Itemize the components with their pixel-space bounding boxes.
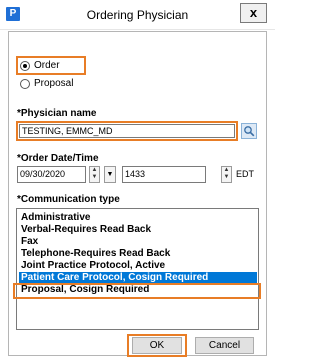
physician-name-label: *Physician name [17,108,97,119]
order-time-input[interactable]: 1433 [122,166,206,183]
spin-up-icon[interactable]: ▲ [222,167,231,174]
spin-down-icon[interactable]: ▼ [222,174,231,181]
radio-order-circle[interactable] [20,60,30,71]
physician-search-button[interactable] [241,123,257,139]
chevron-down-icon: ▼ [106,171,114,178]
order-date-input[interactable]: 09/30/2020 [17,166,86,183]
close-button[interactable]: x [240,3,267,23]
list-item[interactable]: Verbal-Requires Read Back [19,224,257,236]
order-datetime-label: *Order Date/Time [17,153,99,164]
search-icon [244,126,255,137]
spin-down-icon[interactable]: ▼ [90,174,99,181]
ordering-physician-dialog: P Ordering Physician x Order Proposal *P… [0,0,275,360]
radio-proposal-label: Proposal [34,78,74,89]
date-dropdown-button[interactable]: ▼ [104,166,116,183]
communication-type-list[interactable]: Administrative Verbal-Requires Read Back… [16,208,259,330]
timezone-label: EDT [236,169,254,179]
dialog-title: Ordering Physician [86,8,189,22]
radio-proposal[interactable]: Proposal [20,78,73,89]
list-item[interactable]: Telephone-Requires Read Back [19,248,257,260]
ok-button[interactable]: OK [132,337,182,354]
date-spinner[interactable]: ▲ ▼ [89,166,100,183]
radio-order[interactable]: Order [20,60,60,71]
selected-item-highlight [13,283,261,299]
cancel-button[interactable]: Cancel [195,337,254,354]
radio-proposal-circle[interactable] [20,78,30,89]
list-item[interactable]: Administrative [19,212,257,224]
communication-type-label: *Communication type [17,194,120,205]
title-bar: P Ordering Physician x [0,0,275,30]
radio-selected-dot [23,63,27,68]
physician-name-input[interactable]: TESTING, EMMC_MD [19,124,235,138]
list-item[interactable]: Joint Practice Protocol, Active [19,260,257,272]
spin-up-icon[interactable]: ▲ [90,167,99,174]
radio-order-label: Order [34,60,60,71]
time-spinner[interactable]: ▲ ▼ [221,166,232,183]
list-item[interactable]: Fax [19,236,257,248]
